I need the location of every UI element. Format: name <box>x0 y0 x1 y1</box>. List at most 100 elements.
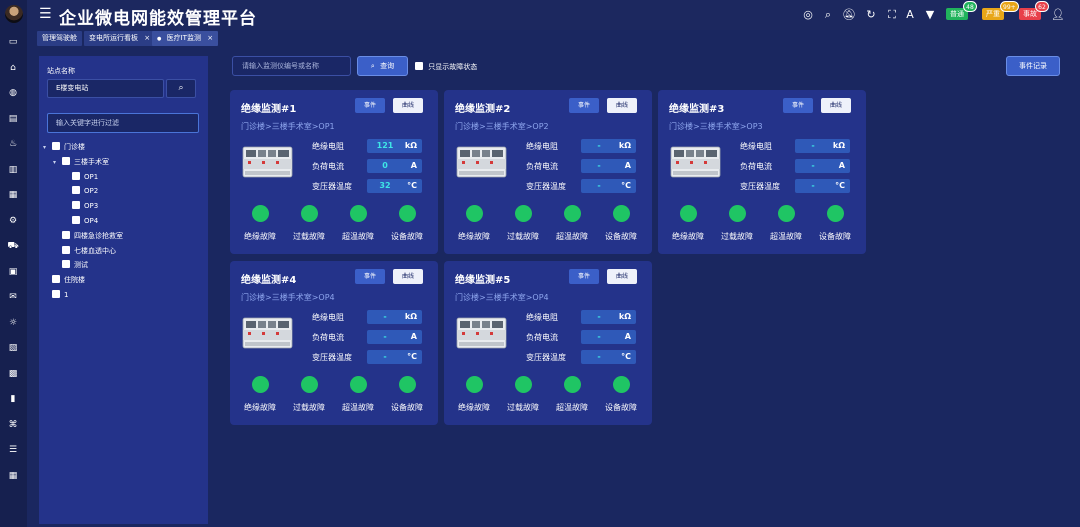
tree-node[interactable]: OP2 <box>63 186 98 197</box>
grid-icon[interactable]: ▩ <box>6 368 20 380</box>
card-title: 绝缘监测#2 <box>455 104 511 115</box>
monitor-icon[interactable]: ▭ <box>6 36 20 48</box>
mute-bell-icon[interactable]: 🔕︎ <box>842 8 856 22</box>
building-icon[interactable]: ▣ <box>6 266 20 278</box>
metric-unit: °C <box>407 352 417 361</box>
expand-arrow-icon[interactable]: ▾ <box>53 157 62 168</box>
bar-chart-icon[interactable]: ▥ <box>6 164 20 176</box>
search-icon[interactable]: ⌕ <box>821 8 835 22</box>
report-icon[interactable]: ▧ <box>6 342 20 354</box>
alarm-icon[interactable]: ♨ <box>6 138 20 150</box>
tree-checkbox[interactable] <box>62 245 70 254</box>
card-curve-button[interactable]: 曲线 <box>607 98 637 113</box>
card-curve-button[interactable]: 曲线 <box>607 269 637 284</box>
battery-icon[interactable]: ▮ <box>6 393 20 405</box>
tab-medical-it[interactable]: ● 医疗IT监测 × <box>152 31 219 46</box>
tab-cockpit[interactable]: 管理驾驶舱 <box>37 31 82 46</box>
fault-status-indicator <box>350 376 367 393</box>
alarm-accident-count: 62 <box>1035 1 1049 12</box>
tree-node[interactable]: OP1 <box>63 171 98 183</box>
fan-icon[interactable]: ⌘ <box>6 419 20 431</box>
list-icon[interactable]: ☰ <box>6 444 20 456</box>
tree-filter-input[interactable]: 输入关键字进行过滤 <box>47 113 199 133</box>
tree-checkbox[interactable] <box>72 216 80 224</box>
bulb-icon[interactable]: ☼ <box>6 317 20 329</box>
tool-icon[interactable]: ⚙ <box>6 215 20 227</box>
search-icon: ⌕ <box>370 62 375 70</box>
home-icon[interactable]: ⌂ <box>6 62 20 74</box>
expand-arrow-icon[interactable]: ▾ <box>43 142 52 153</box>
globe-icon[interactable]: ◍ <box>6 87 20 99</box>
fullscreen-icon[interactable]: ⛶ <box>885 8 899 22</box>
tree-node[interactable]: 七楼血透中心 <box>53 245 116 257</box>
tree-checkbox[interactable] <box>62 230 70 239</box>
metric-value: 121 <box>376 141 394 150</box>
card-location-path: 门诊楼>三楼手术室>OP4 <box>455 293 549 302</box>
metric-value: 32 <box>379 181 391 190</box>
tree-checkbox[interactable] <box>52 290 60 298</box>
card-event-button[interactable]: 事件 <box>569 98 599 113</box>
tab-substation-board[interactable]: 变电所运行看板 × <box>84 31 156 46</box>
fault-only-checkbox[interactable] <box>415 62 423 70</box>
event-log-button[interactable]: 事件记录 <box>1006 56 1060 76</box>
tree-node[interactable]: ▾ 门诊楼 <box>43 142 85 153</box>
menu-toggle-icon[interactable]: ☰ <box>39 6 52 22</box>
tree-checkbox[interactable] <box>62 260 70 269</box>
tree-node[interactable]: 四楼急诊抢救室 <box>53 230 123 242</box>
card-location-path: 门诊楼>三楼手术室>OP3 <box>669 122 763 131</box>
site-select[interactable]: E楼变电站 <box>47 79 164 98</box>
card-curve-button[interactable]: 曲线 <box>393 98 423 113</box>
monitor-card: 绝缘监测#3 事件 曲线 门诊楼>三楼手术室>OP3 绝缘电阻 - kΩ 负荷电流 - A 变压器温… <box>658 90 866 254</box>
metric-value: - <box>597 332 601 341</box>
fault-label: 过载故障 <box>507 403 539 412</box>
tree-node[interactable]: OP3 <box>63 201 98 212</box>
font-size-icon[interactable]: A <box>903 8 917 22</box>
tree-checkbox[interactable] <box>62 156 70 165</box>
tree-node[interactable]: OP4 <box>63 216 98 227</box>
tree-node[interactable]: 1 <box>43 290 68 301</box>
query-button[interactable]: ⌕ 查询 <box>357 56 408 76</box>
tree-node-label: 三楼手术室 <box>74 157 109 166</box>
monitor-search-input[interactable]: 请输入监测仪编号或名称 <box>232 56 351 76</box>
avatar[interactable] <box>5 5 23 23</box>
tree-checkbox[interactable] <box>72 201 80 210</box>
tree-checkbox[interactable] <box>72 186 80 195</box>
tree-checkbox[interactable] <box>72 171 80 180</box>
refresh-icon[interactable]: ↻ <box>864 8 878 22</box>
card-title: 绝缘监测#3 <box>669 104 725 115</box>
fault-status-indicator <box>466 205 483 222</box>
fault-only-toggle[interactable]: 只显示故障状态 <box>415 62 477 72</box>
message-icon[interactable]: ✉ <box>6 291 20 303</box>
card-location-path: 门诊楼>三楼手术室>OP1 <box>241 122 335 131</box>
tree-checkbox[interactable] <box>52 142 60 150</box>
user-icon[interactable]: 👤︎ <box>1051 8 1065 22</box>
tree-node[interactable]: ▾ 三楼手术室 <box>53 156 109 168</box>
close-icon[interactable]: × <box>207 34 213 42</box>
calendar-icon[interactable]: ▦ <box>6 470 20 482</box>
card-title: 绝缘监测#5 <box>455 275 511 286</box>
alarm-serious-count: 99+ <box>1000 1 1019 12</box>
card-event-button[interactable]: 事件 <box>355 269 385 284</box>
card-event-button[interactable]: 事件 <box>355 98 385 113</box>
card-event-button[interactable]: 事件 <box>569 269 599 284</box>
card-event-button[interactable]: 事件 <box>783 98 813 113</box>
tree-node[interactable]: 测试 <box>53 260 88 271</box>
theme-shirt-icon[interactable]: ▼ <box>923 8 937 22</box>
tree-checkbox[interactable] <box>52 275 60 284</box>
help-ring-icon[interactable]: ◎ <box>801 8 815 22</box>
line-chart-icon[interactable]: ▦ <box>6 189 20 201</box>
site-search-button[interactable]: ⌕ <box>166 79 196 98</box>
fault-label: 超温故障 <box>342 403 374 412</box>
fault-label: 绝缘故障 <box>244 232 276 241</box>
metric-label: 绝缘电阻 <box>740 142 772 151</box>
metric-value-box: - °C <box>367 350 422 364</box>
bus-icon[interactable]: ⛟ <box>6 240 20 252</box>
card-curve-button[interactable]: 曲线 <box>821 98 851 113</box>
tree-node[interactable]: 住院楼 <box>43 275 85 286</box>
fault-status-indicator <box>564 205 581 222</box>
close-icon[interactable]: × <box>144 34 150 42</box>
fault-status-indicator <box>515 376 532 393</box>
monitor-card: 绝缘监测#4 事件 曲线 门诊楼>三楼手术室>OP4 绝缘电阻 - kΩ 负荷电流 - A 变压器温… <box>230 261 438 425</box>
chart-icon[interactable]: ▤ <box>6 113 20 125</box>
card-curve-button[interactable]: 曲线 <box>393 269 423 284</box>
